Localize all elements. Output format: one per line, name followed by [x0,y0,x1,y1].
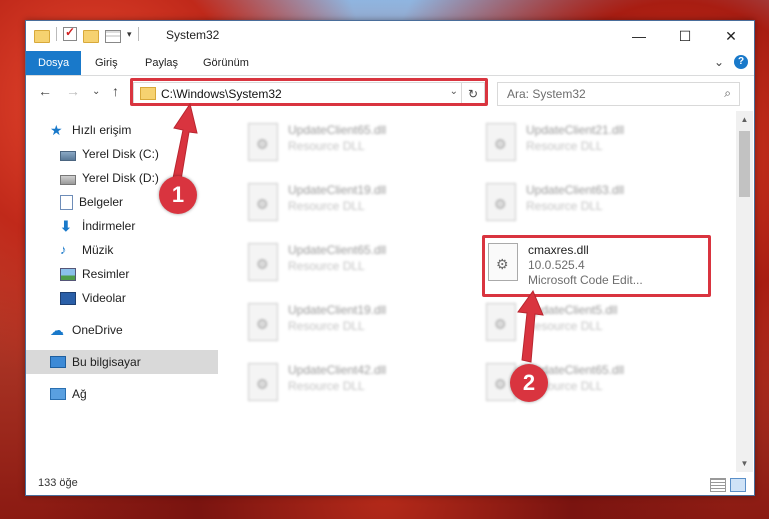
step-badge-1: 1 [159,176,197,214]
arrow-2 [517,289,544,363]
step-badge-2: 2 [510,364,548,402]
arrow-1 [171,102,198,187]
annotation-arrows [171,102,544,363]
